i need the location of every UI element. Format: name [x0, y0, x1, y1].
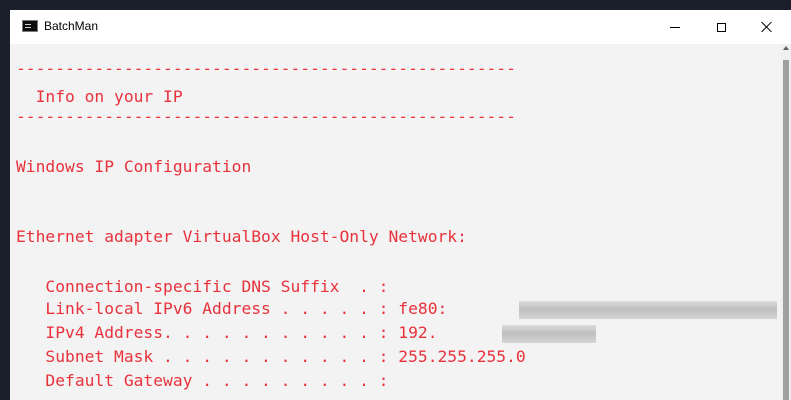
console-line-ipv6: Link-local IPv6 Address . . . . . : fe80…	[16, 299, 448, 318]
vertical-scrollbar[interactable]	[781, 44, 791, 400]
redacted-ipv6-blur	[519, 301, 777, 319]
close-icon	[761, 21, 773, 33]
console-line-ip-config: Windows IP Configuration	[16, 157, 252, 176]
console-icon	[22, 20, 38, 32]
console-line-separator-bottom: ----------------------------------------…	[16, 107, 516, 126]
console-line-heading: Info on your IP	[16, 87, 183, 106]
window-title: BatchMan	[44, 19, 99, 33]
title-bar[interactable]: BatchMan	[10, 10, 791, 44]
console-line-ipv4: IPv4 Address. . . . . . . . . . . : 192.	[16, 323, 438, 342]
console-window: BatchMan -------------------------------…	[10, 10, 791, 400]
console-line-subnet: Subnet Mask . . . . . . . . . . . : 255.…	[16, 347, 526, 366]
scrollbar-thumb[interactable]	[783, 60, 789, 400]
console-output[interactable]: ----------------------------------------…	[10, 44, 781, 400]
close-button[interactable]	[744, 10, 790, 44]
console-line-gateway: Default Gateway . . . . . . . . . :	[16, 371, 389, 390]
console-line-adapter: Ethernet adapter VirtualBox Host-Only Ne…	[16, 227, 467, 246]
maximize-button[interactable]	[698, 10, 744, 44]
minimize-button[interactable]	[652, 10, 698, 44]
maximize-icon	[716, 22, 726, 32]
console-line-dns-suffix: Connection-specific DNS Suffix . :	[16, 277, 389, 296]
console-line-separator-top: ----------------------------------------…	[16, 59, 516, 78]
minimize-icon	[670, 26, 680, 28]
scroll-up-icon[interactable]	[783, 46, 789, 50]
redacted-ipv4-blur	[502, 325, 596, 343]
